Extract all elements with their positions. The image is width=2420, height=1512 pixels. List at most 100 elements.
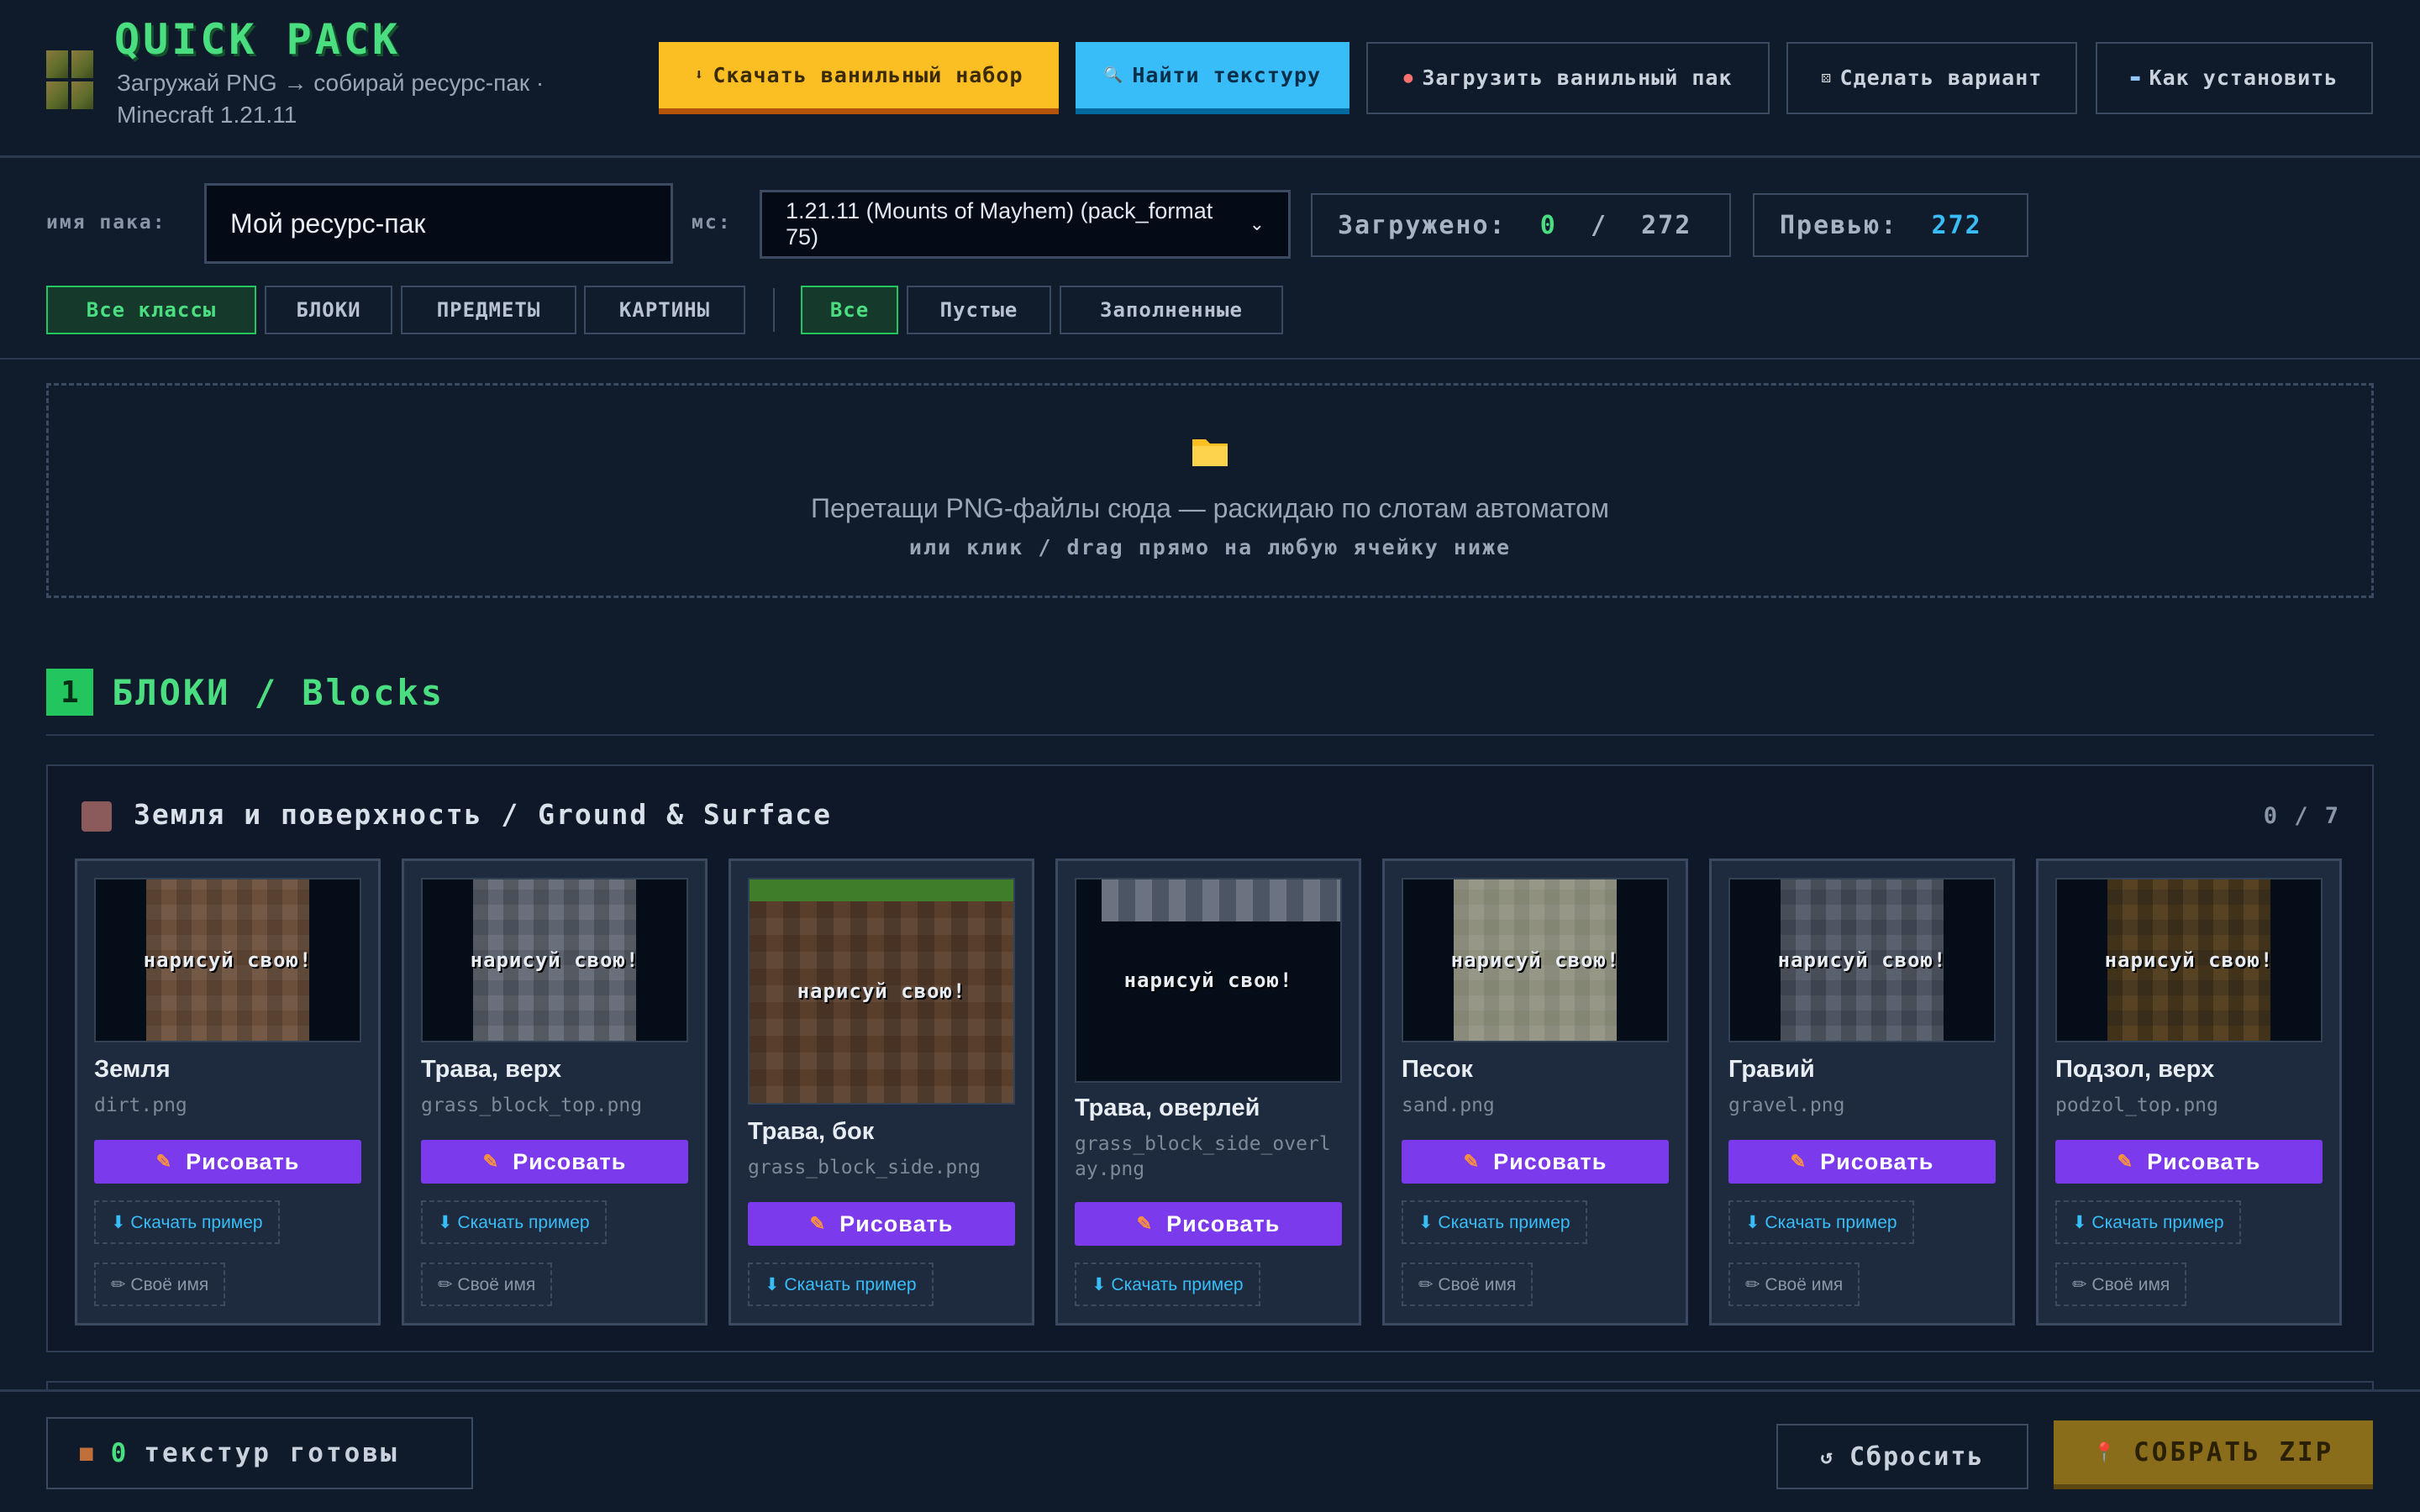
footer-bar: ■ 0 текстур готовы ↺ Сбросить 📍 СОБРАТЬ ZIP: [0, 1389, 2420, 1512]
reset-button[interactable]: ↺ Сбросить: [1776, 1424, 2028, 1489]
texture-card-sand[interactable]: нарисуй свою! Песок sand.png ✎ Рисовать ⬇…: [1382, 858, 1688, 1326]
pencil-icon: ✎: [1463, 1151, 1481, 1172]
filter-divider: [773, 288, 775, 332]
thumb-placeholder: нарисуй свою!: [797, 979, 966, 1003]
filter-filled[interactable]: Заполненные: [1060, 286, 1283, 334]
upload-vanilla-button[interactable]: ● Загрузить ванильный пак: [1366, 42, 1770, 114]
texture-card-dirt[interactable]: нарисуй свою! Земля dirt.png ✎ Рисовать ⬇…: [75, 858, 381, 1326]
pencil-icon: ✎: [809, 1213, 827, 1234]
thumb-placeholder: нарисуй свою!: [1777, 948, 1947, 972]
texture-card-podzol-top[interactable]: нарисуй свою! Подзол, верх podzol_top.pn…: [2036, 858, 2342, 1326]
texture-thumb[interactable]: нарисуй свою!: [1402, 878, 1669, 1042]
refresh-icon: ↺: [1820, 1445, 1834, 1468]
card-name: Трава, бок: [748, 1118, 875, 1145]
download-vanilla-button[interactable]: ⬇ Скачать ванильный набор: [659, 42, 1059, 114]
png-dropzone[interactable]: Перетащи PNG-файлы сюда — раскидаю по сл…: [46, 383, 2374, 598]
filter-items[interactable]: ПРЕДМЕТЫ: [401, 286, 576, 334]
section-divider: [46, 734, 2374, 736]
filter-all-classes[interactable]: Все классы: [46, 286, 256, 334]
loaded-counter: Загружено: 0 / 272: [1311, 193, 1731, 257]
pencil-icon: ✎: [2117, 1151, 2134, 1172]
draw-button[interactable]: ✎ Рисовать: [748, 1202, 1015, 1246]
texture-thumb[interactable]: нарисуй свою!: [421, 878, 688, 1042]
pencil-icon: ✎: [482, 1151, 500, 1172]
group-count: 0 / 7: [2263, 803, 2340, 829]
download-example-button[interactable]: ⬇ Скачать пример: [1075, 1263, 1260, 1306]
mc-version-label: мс:: [692, 212, 732, 234]
texture-thumb[interactable]: нарисуй свою!: [748, 878, 1015, 1105]
download-example-button[interactable]: ⬇ Скачать пример: [94, 1200, 280, 1244]
palette-icon: ●: [1403, 69, 1414, 87]
texture-thumb[interactable]: нарисуй свою!: [94, 878, 361, 1042]
filter-blocks[interactable]: БЛОКИ: [265, 286, 392, 334]
thumb-placeholder: нарисуй свою!: [1123, 969, 1293, 992]
app-title: QUICK PACK: [114, 15, 402, 64]
dropzone-text: Перетащи PNG-файлы сюда — раскидаю по сл…: [811, 493, 1609, 523]
group-color-swatch: [82, 801, 112, 832]
thumb-placeholder: нарисуй свою!: [470, 948, 639, 972]
download-example-button[interactable]: ⬇ Скачать пример: [1728, 1200, 1914, 1244]
find-texture-button[interactable]: 🔍 Найти текстуру: [1076, 42, 1349, 114]
draw-button[interactable]: ✎ Рисовать: [2055, 1140, 2323, 1184]
texture-thumb[interactable]: нарисуй свою!: [1728, 878, 1996, 1042]
texture-card-grass-top[interactable]: нарисуй свою! Трава, верх grass_block_to…: [402, 858, 708, 1326]
card-name: Трава, верх: [421, 1056, 562, 1083]
section-number: 1: [46, 669, 93, 716]
texture-card-gravel[interactable]: нарисуй свою! Гравий gravel.png ✎ Рисоват…: [1709, 858, 2015, 1326]
version-select[interactable]: 1.21.11 (Mounts of Mayhem) (pack_format …: [760, 190, 1291, 259]
download-example-button[interactable]: ⬇ Скачать пример: [1402, 1200, 1587, 1244]
book-icon: ▬: [2130, 69, 2141, 87]
loaded-total: 272: [1641, 210, 1692, 240]
filter-all[interactable]: Все: [801, 286, 898, 334]
card-name: Гравий: [1728, 1056, 1815, 1083]
app-subtitle: Загружай PNG → собирай ресурс-пак · Mine…: [117, 70, 544, 128]
card-file: podzol_top.png: [2055, 1095, 2218, 1116]
own-name-button[interactable]: ✏ Своё имя: [1402, 1263, 1534, 1306]
texture-thumb[interactable]: нарисуй свою!: [1075, 878, 1342, 1083]
card-name: Песок: [1402, 1056, 1473, 1083]
draw-button[interactable]: ✎ Рисовать: [421, 1140, 688, 1184]
build-zip-button[interactable]: 📍 СОБРАТЬ ZIP: [2054, 1420, 2373, 1489]
download-example-button[interactable]: ⬇ Скачать пример: [748, 1263, 934, 1306]
card-name: Земля: [94, 1056, 171, 1083]
texture-thumb[interactable]: нарисуй свою!: [2055, 878, 2323, 1042]
card-name: Трава, оверлей: [1075, 1095, 1260, 1121]
draw-button[interactable]: ✎ Рисовать: [1075, 1202, 1342, 1246]
draw-button[interactable]: ✎ Рисовать: [1728, 1140, 1996, 1184]
download-icon: ⬇: [694, 66, 705, 84]
loaded-count: 0: [1539, 210, 1557, 240]
texture-card-grass-overlay[interactable]: нарисуй свою! Трава, оверлей grass_block…: [1055, 858, 1361, 1326]
own-name-button[interactable]: ✏ Своё имя: [1728, 1263, 1860, 1306]
logo-grid-icon: [46, 50, 93, 109]
pack-name-input[interactable]: [204, 183, 673, 264]
thumb-placeholder: нарисуй свою!: [1450, 948, 1620, 972]
how-to-install-button[interactable]: ▬ Как установить: [2096, 42, 2373, 114]
preview-counter: Превью: 272: [1753, 193, 2028, 257]
pin-icon: 📍: [2092, 1441, 2119, 1463]
thumb-placeholder: нарисуй свою!: [2104, 948, 2274, 972]
card-file: gravel.png: [1728, 1095, 1845, 1116]
filter-empty[interactable]: Пустые: [907, 286, 1051, 334]
pencil-icon: ✎: [1790, 1151, 1807, 1172]
card-name: Подзол, верх: [2055, 1056, 2215, 1083]
own-name-button[interactable]: ✏ Своё имя: [421, 1263, 553, 1306]
card-file: sand.png: [1402, 1095, 1495, 1116]
divider: [0, 358, 2420, 360]
download-example-button[interactable]: ⬇ Скачать пример: [2055, 1200, 2241, 1244]
group-title: Земля и поверхность / Ground & Surface: [134, 798, 832, 831]
make-variant-button[interactable]: ⚄ Сделать вариант: [1786, 42, 2077, 114]
own-name-button[interactable]: ✏ Своё имя: [2055, 1263, 2187, 1306]
section-title: БЛОКИ / Blocks: [112, 672, 445, 713]
dice-icon: ⚄: [1821, 69, 1832, 87]
preview-count: 272: [1931, 210, 1982, 240]
draw-button[interactable]: ✎ Рисовать: [94, 1140, 361, 1184]
draw-button[interactable]: ✎ Рисовать: [1402, 1140, 1669, 1184]
filter-paintings[interactable]: КАРТИНЫ: [584, 286, 745, 334]
download-example-button[interactable]: ⬇ Скачать пример: [421, 1200, 607, 1244]
texture-card-grass-side[interactable]: нарисуй свою! Трава, бок grass_block_sid…: [729, 858, 1034, 1326]
own-name-button[interactable]: ✏ Своё имя: [94, 1263, 226, 1306]
group-ground-surface: Земля и поверхность / Ground & Surface 0…: [46, 764, 2374, 1352]
card-file: grass_block_side.png: [748, 1157, 981, 1179]
chevron-down-icon: ⌄: [1249, 213, 1265, 234]
pencil-icon: ✎: [155, 1151, 173, 1172]
